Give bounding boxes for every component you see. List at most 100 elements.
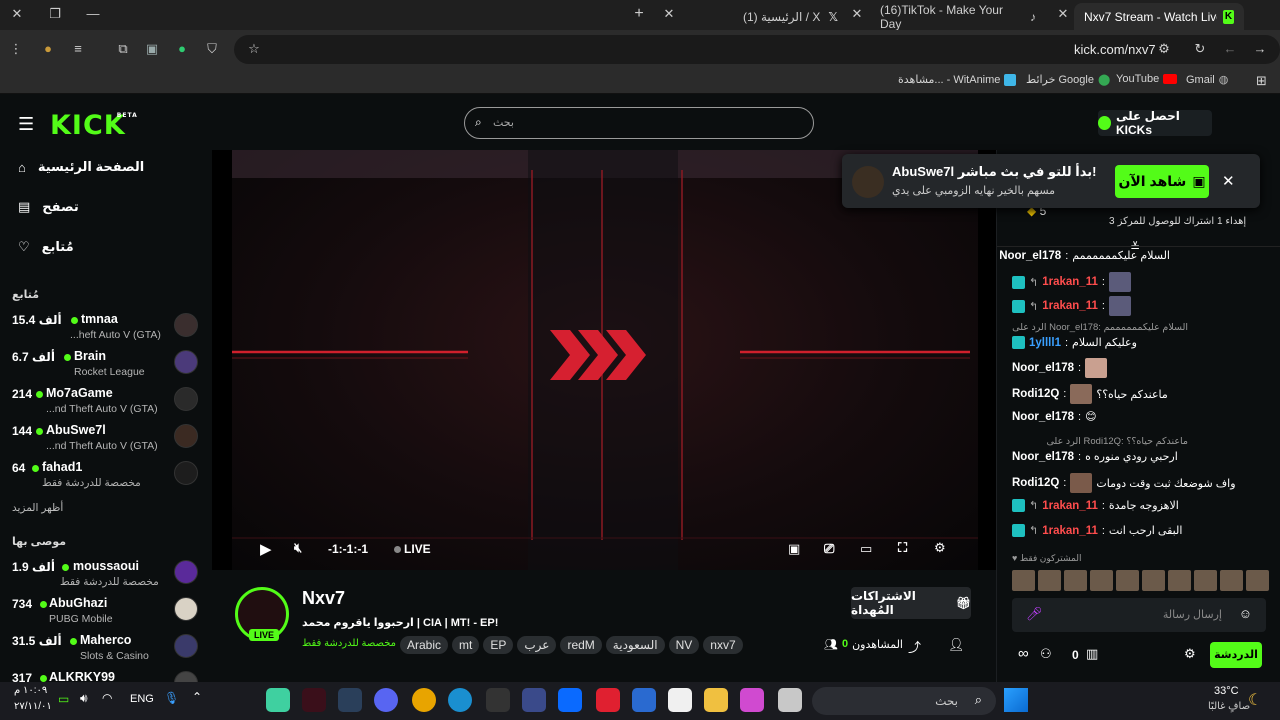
copilot-icon[interactable] xyxy=(740,688,764,712)
adobe-icon[interactable] xyxy=(302,688,326,712)
chat-settings-icon[interactable]: ⚙ xyxy=(1184,646,1196,662)
app-gray-icon[interactable] xyxy=(778,688,802,712)
epic-games-icon[interactable] xyxy=(486,688,510,712)
clock-date[interactable]: ٢٧/١١/٠١ xyxy=(14,701,52,712)
chat-username[interactable]: Noor_el178 xyxy=(999,250,1061,262)
chat-message[interactable]: Noor_el178: السلام عليكممممممم xyxy=(999,249,1170,263)
dropbox-icon[interactable] xyxy=(558,688,582,712)
chat-message[interactable]: 1yllll1: وعليكم السلام xyxy=(1012,336,1137,349)
close-window-icon[interactable]: ✕ xyxy=(6,4,28,24)
chat-message[interactable]: Rodi12Q: واف شوضعك ثبت وقت دومات xyxy=(1012,473,1236,493)
gift-subs-button[interactable]: الاشتراكات المُهداة 🎁︎ xyxy=(851,587,971,619)
chat-message[interactable]: ↰ 1rakan_11: الاهزوجه جامدة xyxy=(1012,499,1179,512)
microphone-icon[interactable]: 🎤︎ xyxy=(1026,606,1043,622)
bookmark-gmail[interactable]: Gmail ◍ xyxy=(1186,73,1228,87)
search-input[interactable]: ⌕ بحث xyxy=(464,107,814,139)
bookmark-maps[interactable]: خرائط Google ⬤ xyxy=(1026,73,1110,86)
sidebar-channel-moussaoui[interactable]: 1.9 ألف moussaoui مخصصة للدردشة فقط xyxy=(12,558,202,592)
sidebar-channel-brain[interactable]: 6.7 ألف Brain Rocket League xyxy=(12,348,202,382)
avatar[interactable] xyxy=(1220,570,1243,591)
chat-username[interactable]: 1yllll1 xyxy=(1029,337,1061,349)
mic-icon[interactable]: 🎙︎ xyxy=(164,691,179,705)
stream-category-link[interactable]: مخصصة للدردشة فقط xyxy=(302,638,396,649)
chat-message[interactable]: Noor_el178: xyxy=(1012,358,1108,378)
theater-mode-icon[interactable]: ▭ xyxy=(860,541,872,557)
new-tab-icon[interactable]: + xyxy=(628,4,650,24)
avatar[interactable] xyxy=(1194,570,1217,591)
apps-grid-icon[interactable]: ⊞ xyxy=(1256,73,1267,89)
weather-temp[interactable]: 33°C xyxy=(1214,685,1239,697)
hamburger-menu-icon[interactable]: ☰ xyxy=(18,114,34,135)
app-red-icon[interactable] xyxy=(596,688,620,712)
tag[interactable]: mt xyxy=(452,636,480,654)
chat-message[interactable]: Noor_el178: ارحبي رودي منوره ه xyxy=(1012,450,1178,464)
infinity-icon[interactable]: ∞ xyxy=(1018,645,1029,662)
language-indicator[interactable]: ENG xyxy=(130,693,154,705)
bookmark-star-icon[interactable]: ☆ xyxy=(244,39,264,59)
nav-home[interactable]: ⌂ الصفحة الرئيسية xyxy=(18,159,144,175)
sidebar-channel-mo7agame[interactable]: 214 Mo7aGame ...nd Theft Auto V (GTA) xyxy=(12,385,202,419)
fullscreen-icon[interactable]: ⛶ xyxy=(898,540,907,556)
mute-icon[interactable]: 🔇︎ xyxy=(294,540,302,556)
wifi-icon[interactable]: ◠ xyxy=(102,691,112,705)
avatar[interactable] xyxy=(1090,570,1113,591)
media-controls-icon[interactable]: ≡ xyxy=(68,39,88,59)
edge-icon[interactable] xyxy=(448,688,472,712)
volume-icon[interactable]: 🔊︎ xyxy=(80,691,88,706)
chat-username[interactable]: 1rakan_11 xyxy=(1042,300,1098,312)
app-icon[interactable] xyxy=(522,688,546,712)
tag[interactable]: عرب xyxy=(517,636,557,654)
address-bar[interactable]: ☆ kick.com/nxv7 ⚙ xyxy=(234,35,1280,64)
kick-logo[interactable]: KICK BETA xyxy=(50,110,137,141)
nav-browse[interactable]: ▤ تصفح xyxy=(18,199,79,215)
windows-start-icon[interactable] xyxy=(1004,688,1028,712)
chrome-icon[interactable] xyxy=(412,688,436,712)
chat-input[interactable]: 🎤︎ إرسال رسالة ☺ xyxy=(1012,598,1266,632)
avatar[interactable] xyxy=(1116,570,1139,591)
get-kicks-button[interactable]: احصل على KICKs xyxy=(1098,109,1212,137)
weather-icon[interactable]: ☾ xyxy=(1248,690,1262,710)
tag[interactable]: nxv7 xyxy=(703,636,743,654)
bookmark-witanime[interactable]: مشاهدة... - WitAnime xyxy=(898,73,1017,86)
clock-time[interactable]: ١٠:٠٩ م xyxy=(14,685,47,696)
extensions-icon[interactable]: ⧉ xyxy=(113,39,133,59)
avatar[interactable] xyxy=(1064,570,1087,591)
chat-username[interactable]: Rodi12Q xyxy=(1012,477,1059,489)
avatar[interactable] xyxy=(1012,570,1035,591)
clip-icon[interactable]: ⎚ xyxy=(824,541,834,557)
tag[interactable]: السعودية xyxy=(605,636,665,654)
avatar[interactable] xyxy=(1246,570,1269,591)
users-icon[interactable]: ⚇ xyxy=(1040,646,1052,662)
tag[interactable]: Arabic xyxy=(400,636,449,654)
menu-kebab-icon[interactable]: ⋮ xyxy=(6,39,26,59)
emoji-icon[interactable]: ☺ xyxy=(1239,606,1252,621)
profile-icon[interactable]: ● xyxy=(38,39,58,59)
avatar[interactable] xyxy=(1168,570,1191,591)
chat-username[interactable]: 1rakan_11 xyxy=(1042,276,1098,288)
chat-message[interactable]: Rodi12Q: ماعندكم حياه؟؟ xyxy=(1012,384,1168,404)
avatar[interactable] xyxy=(1142,570,1165,591)
chat-username[interactable]: 1rakan_11 xyxy=(1042,525,1098,537)
battery-icon[interactable]: ▭ xyxy=(58,692,69,706)
chat-send-button[interactable]: الدردشة xyxy=(1210,642,1262,668)
bookmark-youtube[interactable]: YouTube xyxy=(1116,73,1178,85)
sidebar-channel-abuswe7l[interactable]: 144 AbuSwe7l ...nd Theft Auto V (GTA) xyxy=(12,422,202,456)
tab-tiktok[interactable]: (16)TikTok - Make Your Day ♪ xyxy=(870,3,1046,31)
sidebar-channel-alkrky99[interactable]: 317 ALKRKY99 xyxy=(12,669,202,682)
miniplayer-icon[interactable]: ▣ xyxy=(788,541,800,557)
video-player[interactable]: ▶ 🔇︎ -1:-1:-1 LIVE ▣ ⎚ ▭ ⛶ ⚙ xyxy=(212,150,996,570)
steam-icon[interactable] xyxy=(338,688,362,712)
chat-message[interactable]: ↰ 1rakan_11: xyxy=(1012,296,1131,316)
follow-user-icon[interactable]: 👤︎ xyxy=(948,637,965,653)
nav-following[interactable]: ♡ مُتابع xyxy=(18,239,74,255)
restore-window-icon[interactable]: ❐ xyxy=(44,4,66,24)
back-icon[interactable]: → xyxy=(1250,39,1270,59)
sidebar-channel-fahad1[interactable]: 64 fahad1 مخصصة للدردشة فقط xyxy=(12,459,202,493)
store-icon[interactable]: ▥ xyxy=(1086,646,1098,662)
mail-icon[interactable] xyxy=(632,688,656,712)
tab-close-icon[interactable]: ✕ xyxy=(658,4,680,24)
play-button[interactable]: ▶ xyxy=(260,540,272,558)
taskbar-search[interactable]: ⌕ بحث xyxy=(812,687,996,715)
show-hidden-icons[interactable]: ⌃ xyxy=(192,690,202,704)
tab-kick[interactable]: Nxv7 Stream - Watch Live on Ki K xyxy=(1074,3,1244,30)
